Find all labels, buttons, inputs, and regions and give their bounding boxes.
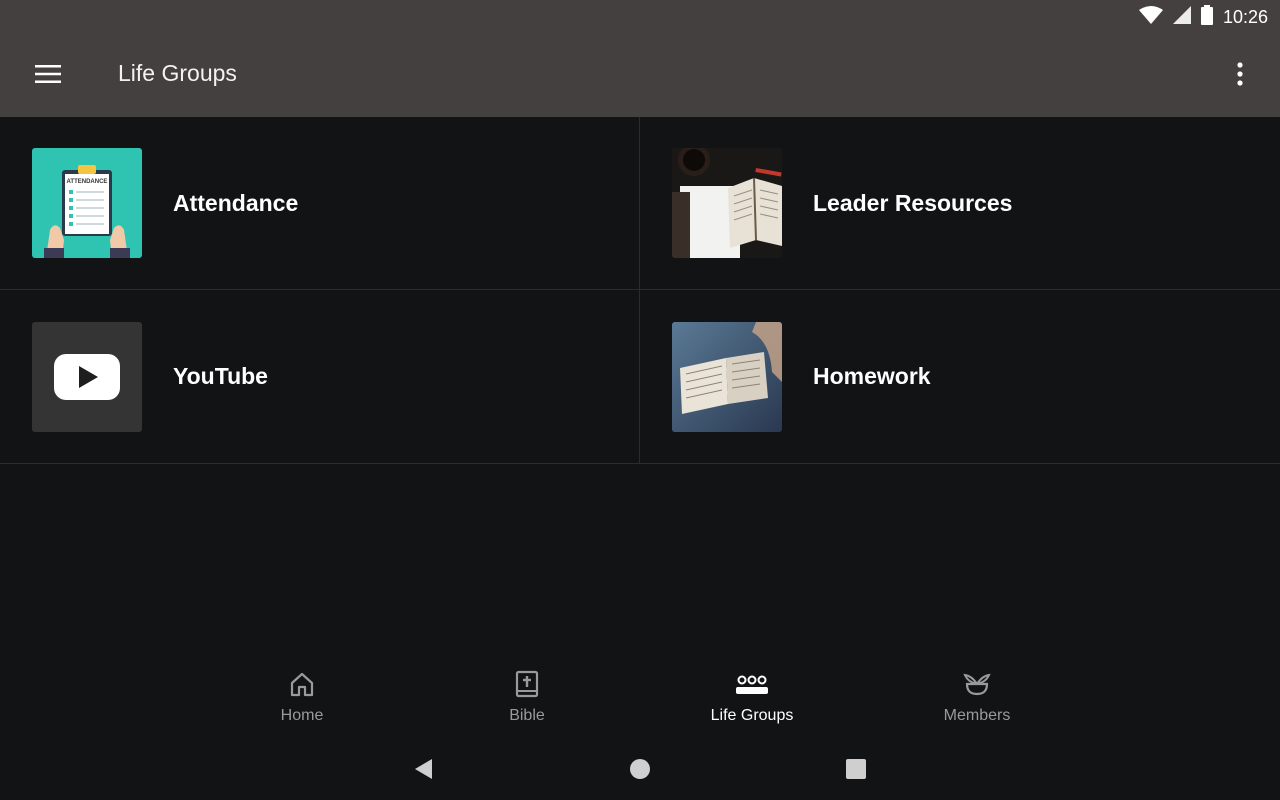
app-bar: 10:26 Life Groups [0, 0, 1280, 117]
tile-label: Leader Resources [813, 189, 1013, 216]
bible-icon [513, 670, 541, 703]
attendance-thumbnail: ATTENDANCE [32, 148, 142, 258]
tile-homework[interactable]: Homework [640, 290, 1280, 464]
system-home-button[interactable] [625, 756, 655, 786]
nav-item-bible[interactable]: Bible [452, 670, 602, 732]
status-time: 10:26 [1222, 6, 1268, 27]
back-triangle-icon [412, 757, 434, 786]
tile-label: Attendance [173, 189, 299, 216]
leader-resources-thumbnail [672, 148, 782, 258]
home-circle-icon [629, 758, 651, 785]
system-navigation-bar [0, 742, 1280, 800]
nav-label-home: Home [280, 707, 324, 724]
system-back-button[interactable] [408, 756, 438, 786]
nav-item-members[interactable]: Members [902, 670, 1052, 732]
nav-item-home[interactable]: Home [227, 670, 377, 732]
life-groups-grid: ATTENDANCE Attendance Leader Resources Y… [0, 117, 1280, 464]
nav-label-members: Members [943, 707, 1011, 724]
home-icon [288, 670, 316, 703]
tile-label: Homework [813, 363, 931, 389]
tile-leader-resources[interactable]: Leader Resources [640, 117, 1280, 290]
wifi-icon [1138, 5, 1163, 29]
tile-youtube[interactable]: YouTube [0, 290, 640, 464]
hamburger-icon [35, 64, 61, 88]
nav-label-bible: Bible [509, 707, 545, 724]
bottom-navigation: Home Bible Life Groups Members [0, 660, 1280, 742]
members-icon [962, 670, 992, 703]
menu-button[interactable] [28, 56, 68, 96]
overflow-menu-button[interactable] [1220, 56, 1260, 96]
more-vertical-icon [1237, 61, 1243, 91]
signal-icon [1172, 5, 1191, 29]
nav-label-life-groups: Life Groups [710, 707, 794, 724]
system-recents-button[interactable] [841, 756, 871, 786]
nav-item-life-groups[interactable]: Life Groups [677, 670, 827, 732]
attendance-thumb-text: ATTENDANCE [67, 179, 108, 185]
youtube-thumbnail [32, 321, 142, 432]
status-bar: 10:26 [1080, 0, 1280, 34]
tile-label: YouTube [173, 363, 268, 389]
tile-attendance[interactable]: ATTENDANCE Attendance [0, 117, 640, 290]
life-groups-screen: 10:26 Life Groups ATTENDANCE Attendance … [0, 0, 1280, 800]
battery-icon [1200, 4, 1213, 30]
homework-thumbnail [672, 321, 782, 432]
recents-square-icon [845, 758, 867, 785]
groups-icon [735, 670, 769, 703]
page-title: Life Groups [118, 60, 237, 86]
